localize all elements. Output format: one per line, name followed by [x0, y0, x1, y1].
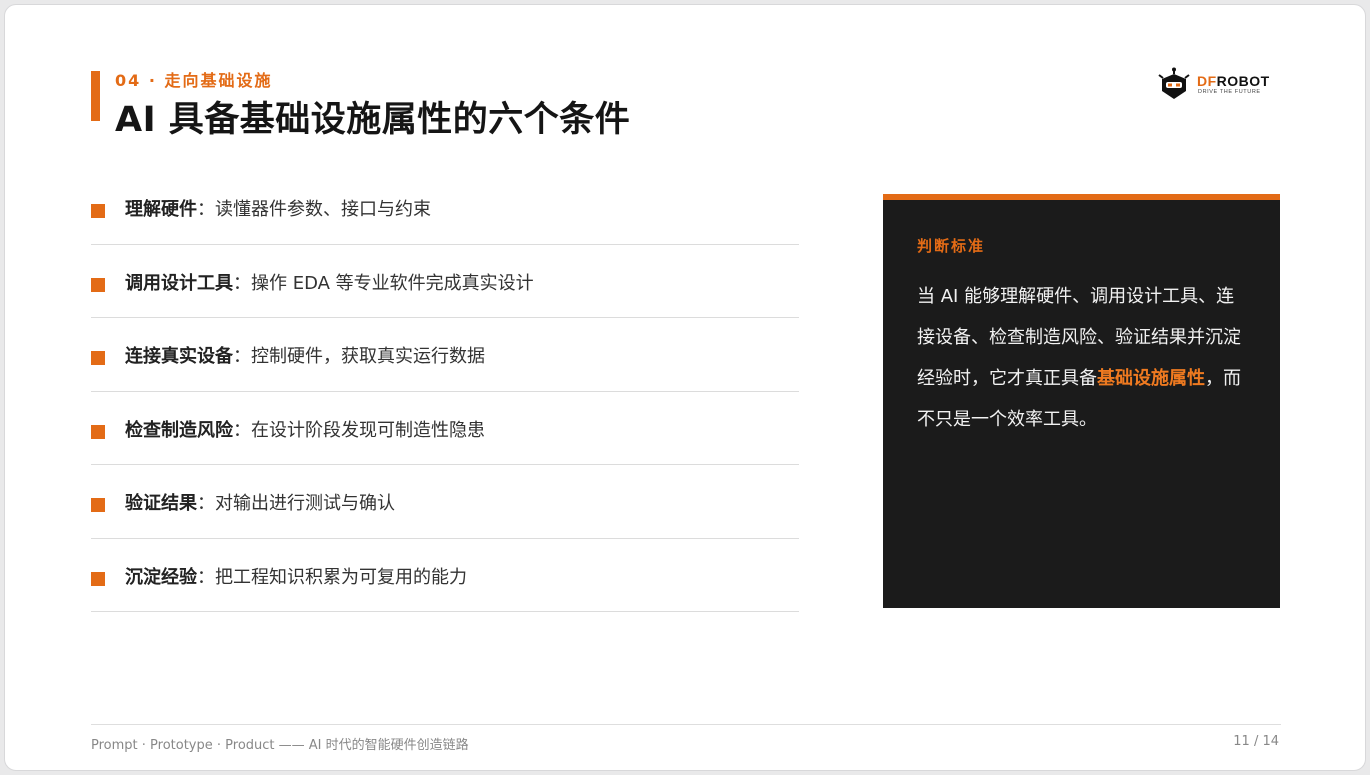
- condition-name: 验证结果: [125, 493, 197, 514]
- condition-desc: 在设计阶段发现可制造性隐患: [251, 419, 485, 441]
- condition-list: 理解硬件：读懂器件参数、接口与约束 调用设计工具：操作 EDA 等专业软件完成真…: [91, 171, 799, 612]
- criteria-panel: 判断标准 当 AI 能够理解硬件、调用设计工具、连接设备、检查制造风险、验证结果…: [883, 194, 1280, 608]
- condition-text: 检查制造风险：在设计阶段发现可制造性隐患: [125, 416, 485, 442]
- dfrobot-logo: DFROBOT DRIVE THE FUTURE: [1157, 67, 1287, 101]
- list-item: 验证结果：对输出进行测试与确认: [91, 465, 799, 539]
- condition-text: 验证结果：对输出进行测试与确认: [125, 489, 395, 515]
- robot-head-icon: [1158, 67, 1190, 99]
- condition-separator: ：: [233, 272, 251, 294]
- footer-divider: [91, 724, 1281, 725]
- title-accent-bar: [91, 71, 100, 121]
- condition-separator: ：: [197, 493, 215, 514]
- condition-text: 理解硬件：读懂器件参数、接口与约束: [125, 195, 431, 221]
- page-title: AI 具备基础设施属性的六个条件: [115, 100, 631, 140]
- condition-name: 理解硬件: [125, 199, 197, 220]
- condition-desc: 把工程知识积累为可复用的能力: [215, 566, 467, 588]
- square-bullet-icon: [91, 277, 105, 292]
- logo-wordmark-rest: ROBOT: [1216, 73, 1270, 89]
- condition-name: 沉淀经验: [125, 566, 197, 588]
- list-item: 检查制造风险：在设计阶段发现可制造性隐患: [91, 392, 799, 465]
- panel-text: 当 AI 能够理解硬件、调用设计工具、连接设备、检查制造风险、验证结果并沉淀经验…: [917, 276, 1249, 440]
- list-item: 理解硬件：读懂器件参数、接口与约束: [91, 171, 799, 245]
- condition-separator: ：: [233, 419, 251, 441]
- list-item: 调用设计工具：操作 EDA 等专业软件完成真实设计: [91, 245, 799, 318]
- square-bullet-icon: [91, 351, 105, 365]
- square-bullet-icon: [91, 571, 105, 586]
- condition-name: 连接真实设备: [125, 346, 233, 367]
- condition-separator: ：: [197, 566, 215, 588]
- square-bullet-icon: [91, 424, 105, 439]
- slide: 04 · 走向基础设施 AI 具备基础设施属性的六个条件 DFROBOT DRI…: [4, 4, 1366, 771]
- section-label: 04 · 走向基础设施: [115, 71, 273, 90]
- square-bullet-icon: [91, 498, 105, 512]
- page-indicator: 11 / 14: [1233, 734, 1279, 749]
- panel-label: 判断标准: [917, 237, 986, 255]
- condition-desc: 读懂器件参数、接口与约束: [215, 199, 431, 220]
- condition-text: 沉淀经验：把工程知识积累为可复用的能力: [125, 563, 467, 589]
- condition-name: 调用设计工具: [125, 272, 233, 294]
- condition-name: 检查制造风险: [125, 419, 233, 441]
- condition-separator: ：: [197, 199, 215, 220]
- condition-desc: 控制硬件，获取真实运行数据: [251, 346, 485, 367]
- condition-desc: 操作 EDA 等专业软件完成真实设计: [251, 272, 534, 294]
- square-bullet-icon: [91, 204, 105, 218]
- condition-desc: 对输出进行测试与确认: [215, 493, 395, 514]
- logo-wordmark: DFROBOT: [1197, 73, 1270, 89]
- logo-tagline: DRIVE THE FUTURE: [1198, 89, 1261, 95]
- condition-text: 连接真实设备：控制硬件，获取真实运行数据: [125, 342, 485, 368]
- condition-separator: ：: [233, 346, 251, 367]
- logo-wordmark-accent: DF: [1197, 73, 1217, 89]
- list-item: 连接真实设备：控制硬件，获取真实运行数据: [91, 318, 799, 392]
- footer-caption: Prompt · Prototype · Product —— AI 时代的智能…: [91, 738, 469, 753]
- list-item: 沉淀经验：把工程知识积累为可复用的能力: [91, 539, 799, 612]
- condition-text: 调用设计工具：操作 EDA 等专业软件完成真实设计: [125, 269, 534, 295]
- panel-text-highlight: 基础设施属性: [1097, 368, 1205, 389]
